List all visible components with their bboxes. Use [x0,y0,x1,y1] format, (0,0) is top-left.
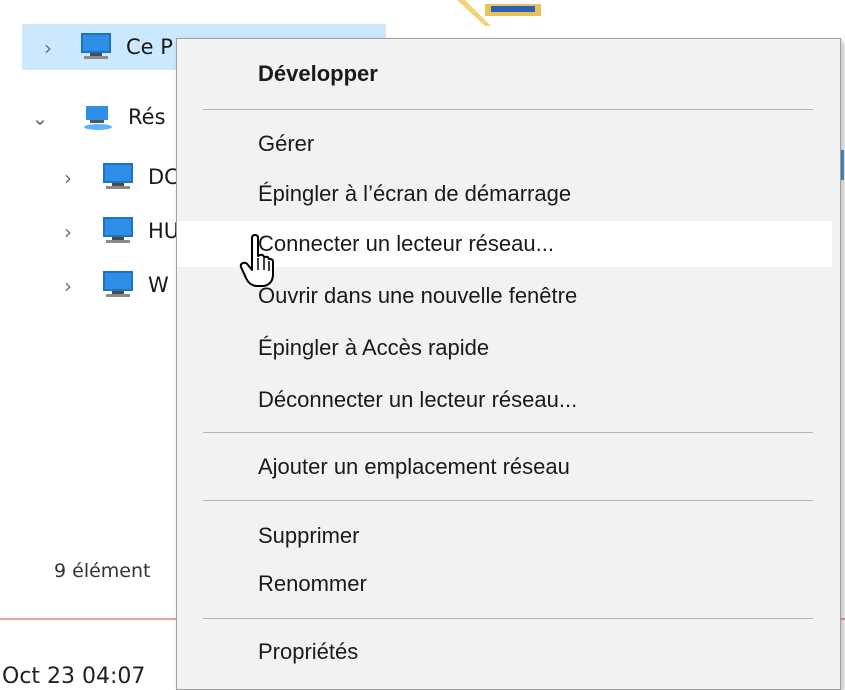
menu-item-properties[interactable]: Propriétés [177,629,832,675]
menu-item-disconnect-network-drive[interactable]: Déconnecter un lecteur réseau... [177,377,832,423]
menu-item-label: Renommer [258,571,367,596]
hand-cursor-icon [239,234,274,287]
menu-item-label: Épingler à l’écran de démarrage [258,181,572,206]
menu-item-label: Ouvrir dans une nouvelle fenêtre [258,283,578,308]
nav-item-label: Rés [128,105,166,129]
status-item-count: 9 élément [54,560,151,582]
computer-icon [103,163,133,189]
nav-item-label: W [148,273,169,297]
chevron-right-icon[interactable]: › [56,274,80,298]
menu-item-rename[interactable]: Renommer [177,561,832,607]
menu-separator [203,618,813,619]
menu-item-manage[interactable]: Gérer [177,121,832,167]
chevron-right-icon[interactable]: › [56,166,80,190]
menu-separator [203,109,813,110]
menu-item-label: Développer [258,61,378,86]
menu-item-label: Propriétés [258,639,359,664]
menu-item-label: Connecter un lecteur réseau... [258,231,554,256]
nav-item-label: Ce P [126,35,173,59]
menu-item-delete[interactable]: Supprimer [177,513,832,559]
menu-separator [203,432,813,433]
menu-item-label: Gérer [258,131,315,156]
chevron-right-icon[interactable]: › [36,36,60,60]
menu-item-label: Ajouter un emplacement réseau [258,454,570,479]
folder-icon [457,0,541,26]
network-icon [84,106,112,130]
menu-item-add-network-location[interactable]: Ajouter un emplacement réseau [177,444,832,490]
nav-item-label: HU [148,219,180,243]
computer-icon [81,33,111,59]
context-menu: Développer Gérer Épingler à l’écran de d… [176,38,841,690]
menu-item-expand[interactable]: Développer [177,51,832,97]
chevron-down-icon[interactable]: ⌄ [28,106,52,130]
menu-item-label: Épingler à Accès rapide [258,335,490,360]
chevron-right-icon[interactable]: › [56,220,80,244]
menu-item-label: Supprimer [258,523,360,548]
computer-icon [103,271,133,297]
menu-item-label: Déconnecter un lecteur réseau... [258,387,578,412]
menu-item-pin-quick-access[interactable]: Épingler à Accès rapide [177,325,832,371]
computer-icon [103,217,133,243]
nav-item-label: DC [148,165,179,189]
taskbar-clock: Oct 23 04:07 [2,664,146,689]
menu-separator [203,500,813,501]
menu-item-pin-to-start[interactable]: Épingler à l’écran de démarrage [177,171,832,217]
